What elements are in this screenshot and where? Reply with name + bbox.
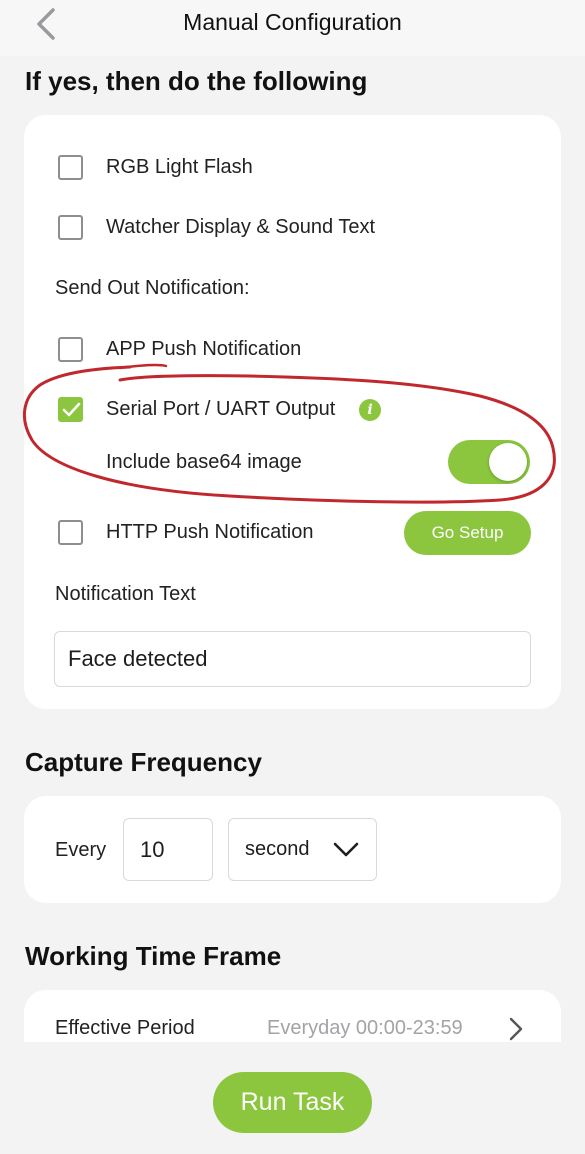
watcher-display-checkbox[interactable] [58, 215, 83, 240]
actions-section-title: If yes, then do the following [25, 66, 368, 96]
send-out-notification-label: Send Out Notification: [55, 277, 250, 299]
check-icon [62, 402, 81, 417]
app-push-label: APP Push Notification [106, 338, 302, 360]
frequency-unit-select[interactable]: second [228, 818, 377, 881]
toggle-knob [489, 443, 527, 481]
top-nav-bar: Manual Configuration [0, 0, 585, 56]
rgb-light-flash-label: RGB Light Flash [106, 156, 253, 178]
serial-port-checkbox[interactable] [58, 397, 83, 422]
chevron-right-icon [509, 1017, 523, 1041]
working-time-frame-title: Working Time Frame [25, 941, 282, 971]
rgb-light-flash-checkbox[interactable] [58, 155, 83, 180]
chevron-left-icon [37, 8, 55, 40]
http-push-label: HTTP Push Notification [106, 521, 314, 543]
effective-period-label: Effective Period [55, 1017, 195, 1039]
actions-card: RGB Light Flash Watcher Display & Sound … [24, 115, 561, 709]
effective-period-value: Everyday 00:00-23:59 [267, 1017, 463, 1039]
notification-text-label: Notification Text [55, 583, 196, 605]
watcher-display-label: Watcher Display & Sound Text [106, 216, 376, 238]
notification-text-input[interactable]: Face detected [54, 631, 531, 687]
frequency-unit-value: second [245, 838, 310, 860]
capture-frequency-card: Every 10 second [24, 796, 561, 903]
app-push-row[interactable]: APP Push Notification [24, 337, 561, 363]
http-push-row[interactable]: HTTP Push Notification Go Setup [24, 511, 561, 555]
every-label: Every [55, 839, 107, 861]
include-base64-label: Include base64 image [106, 451, 302, 473]
include-base64-toggle[interactable] [448, 440, 530, 484]
run-task-button[interactable]: Run Task [213, 1072, 372, 1133]
serial-port-label: Serial Port / UART Output [106, 398, 336, 420]
app-push-checkbox[interactable] [58, 337, 83, 362]
rgb-light-flash-row[interactable]: RGB Light Flash [24, 155, 561, 181]
back-button[interactable] [28, 6, 64, 42]
page-title: Manual Configuration [183, 8, 402, 35]
http-push-checkbox[interactable] [58, 520, 83, 545]
watcher-display-row[interactable]: Watcher Display & Sound Text [24, 215, 561, 241]
serial-port-row[interactable]: Serial Port / UART Output i [24, 397, 561, 423]
capture-frequency-title: Capture Frequency [25, 747, 262, 777]
chevron-down-icon [333, 842, 359, 857]
info-icon[interactable]: i [359, 399, 381, 421]
effective-period-row[interactable]: Effective Period Everyday 00:00-23:59 [24, 1016, 561, 1042]
go-setup-button[interactable]: Go Setup [404, 511, 531, 555]
frequency-value-input[interactable]: 10 [123, 818, 213, 881]
include-base64-row: Include base64 image [24, 439, 561, 485]
